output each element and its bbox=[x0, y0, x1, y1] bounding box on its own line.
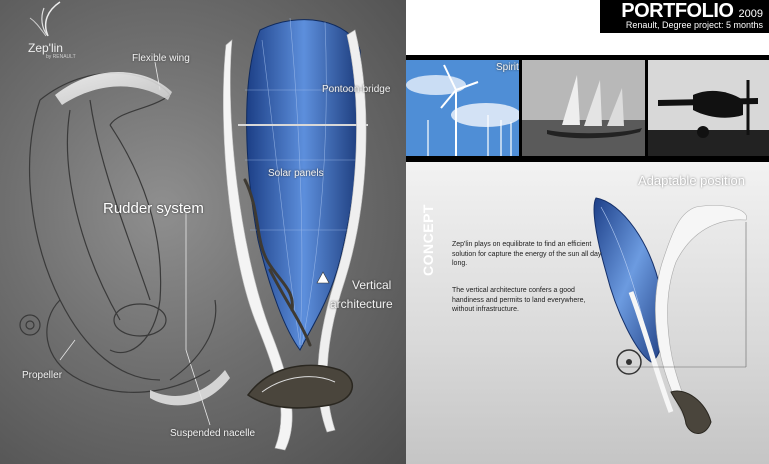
rudder-wireframe bbox=[19, 72, 217, 393]
concept-panel: Adaptable position Zep'lin plays on equi… bbox=[406, 162, 769, 464]
brand-name: Zep'lin bbox=[28, 41, 63, 55]
zeplin-leaf-logo-icon bbox=[29, 1, 61, 37]
photo-caption-spirit: Spirit bbox=[496, 62, 519, 73]
portfolio-year: 2009 bbox=[738, 8, 763, 20]
sketch-panel: Zep'lin by RENAULT Flexible wing Pontoon… bbox=[0, 0, 406, 464]
right-panel: PORTFOLIO 2009 Renault, Degree project: … bbox=[406, 0, 769, 464]
label-propeller: Propeller bbox=[22, 370, 63, 381]
label-pontoon-bridge: Pontoon-bridge bbox=[322, 84, 391, 95]
label-suspended-nacelle: Suspended nacelle bbox=[170, 428, 256, 439]
label-vertical: Vertical bbox=[352, 278, 392, 292]
project-subtitle: Renault, Degree project: 5 months bbox=[625, 20, 763, 30]
photo-wind-turbines bbox=[406, 60, 519, 156]
portfolio-page: Zep'lin by RENAULT Flexible wing Pontoon… bbox=[0, 0, 769, 464]
label-rudder-system: Rudder system bbox=[103, 200, 204, 217]
label-solar-panels: Solar panels bbox=[268, 168, 324, 179]
label-architecture: architecture bbox=[330, 297, 393, 311]
airship-sketch-illustration bbox=[19, 17, 368, 451]
brand-subtitle: by RENAULT bbox=[46, 54, 76, 60]
label-flexible-wing: Flexible wing bbox=[132, 53, 190, 64]
photo-sailboats bbox=[522, 60, 645, 156]
concept-vertical-label: CONCEPT bbox=[419, 204, 436, 276]
portfolio-word: PORTFOLIO bbox=[621, 0, 734, 22]
concept-paragraph-1: Zep'lin plays on equilibrate to find an … bbox=[452, 241, 602, 267]
concept-heading: Adaptable position bbox=[638, 173, 745, 188]
concept-paragraph-2: The vertical architecture confers a good… bbox=[452, 287, 586, 313]
photo-vintage-plane bbox=[648, 60, 769, 156]
